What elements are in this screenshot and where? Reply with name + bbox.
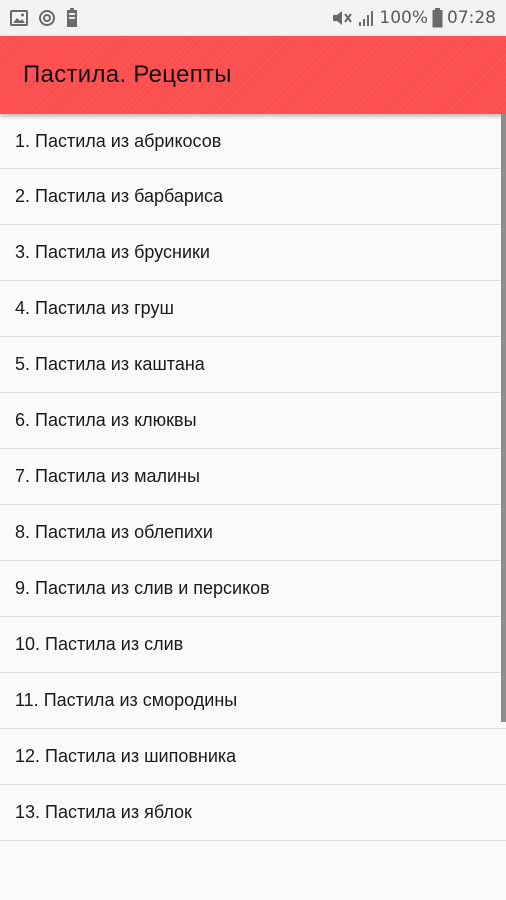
status-left-icons <box>10 8 78 28</box>
status-bar: 100% 07:28 <box>0 0 506 36</box>
sync-icon <box>38 9 56 27</box>
list-item[interactable]: 2. Пастила из барбариса <box>0 169 506 225</box>
list-item[interactable]: 6. Пастила из клюквы <box>0 393 506 449</box>
list-item[interactable]: 4. Пастила из груш <box>0 281 506 337</box>
list-item[interactable]: 12. Пастила из шиповника <box>0 729 506 785</box>
list-item[interactable]: 13. Пастила из яблок <box>0 785 506 841</box>
list-item[interactable]: 8. Пастила из облепихи <box>0 505 506 561</box>
battery-small-icon <box>66 8 78 28</box>
battery-percent: 100% <box>379 8 428 28</box>
signal-icon <box>357 9 375 27</box>
status-time: 07:28 <box>447 8 496 28</box>
battery-icon <box>432 8 443 28</box>
list-item[interactable]: 3. Пастила из брусники <box>0 225 506 281</box>
mute-icon <box>331 9 353 27</box>
list-item[interactable]: 9. Пастила из слив и персиков <box>0 561 506 617</box>
page-title: Пастила. Рецепты <box>23 61 232 88</box>
list-item[interactable]: 7. Пастила из малины <box>0 449 506 505</box>
list-item[interactable]: 11. Пастила из смородины <box>0 673 506 729</box>
scrollbar[interactable] <box>501 114 506 722</box>
gallery-icon <box>10 10 28 26</box>
app-bar: Пастила. Рецепты <box>0 36 506 114</box>
status-right-icons: 100% 07:28 <box>331 8 496 28</box>
recipe-list: 1. Пастила из абрикосов 2. Пастила из ба… <box>0 114 506 841</box>
list-item[interactable]: 10. Пастила из слив <box>0 617 506 673</box>
list-item[interactable]: 5. Пастила из каштана <box>0 337 506 393</box>
list-item[interactable]: 1. Пастила из абрикосов <box>0 114 506 169</box>
